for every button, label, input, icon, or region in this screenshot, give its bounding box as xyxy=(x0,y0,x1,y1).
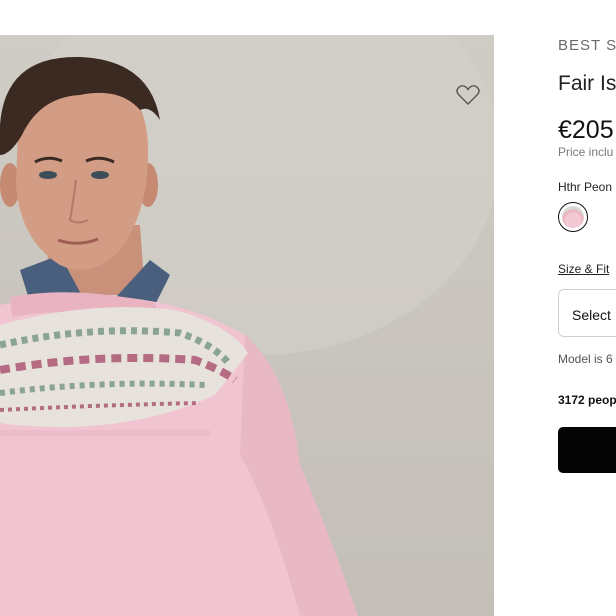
heart-icon[interactable] xyxy=(456,84,480,106)
product-photo-illustration xyxy=(0,35,494,616)
price-note: Price inclu xyxy=(558,145,614,159)
bestseller-badge: BEST SE xyxy=(558,37,616,54)
size-select-dropdown[interactable]: Select xyxy=(558,289,616,337)
product-price: €205 xyxy=(558,116,614,144)
add-to-bag-button[interactable] xyxy=(558,427,616,473)
product-info-panel: BEST SE Fair Isl €205 Price inclu Hthr P… xyxy=(558,0,616,616)
model-note: Model is 6 xyxy=(558,352,613,366)
popularity-text: 3172 peop xyxy=(558,393,616,407)
product-title: Fair Isl xyxy=(558,72,616,95)
product-image[interactable] xyxy=(0,35,494,616)
color-swatch-selected[interactable] xyxy=(558,202,588,232)
size-fit-link[interactable]: Size & Fit xyxy=(558,262,609,276)
color-name: Hthr Peon xyxy=(558,180,613,194)
swatch-image xyxy=(562,206,584,228)
